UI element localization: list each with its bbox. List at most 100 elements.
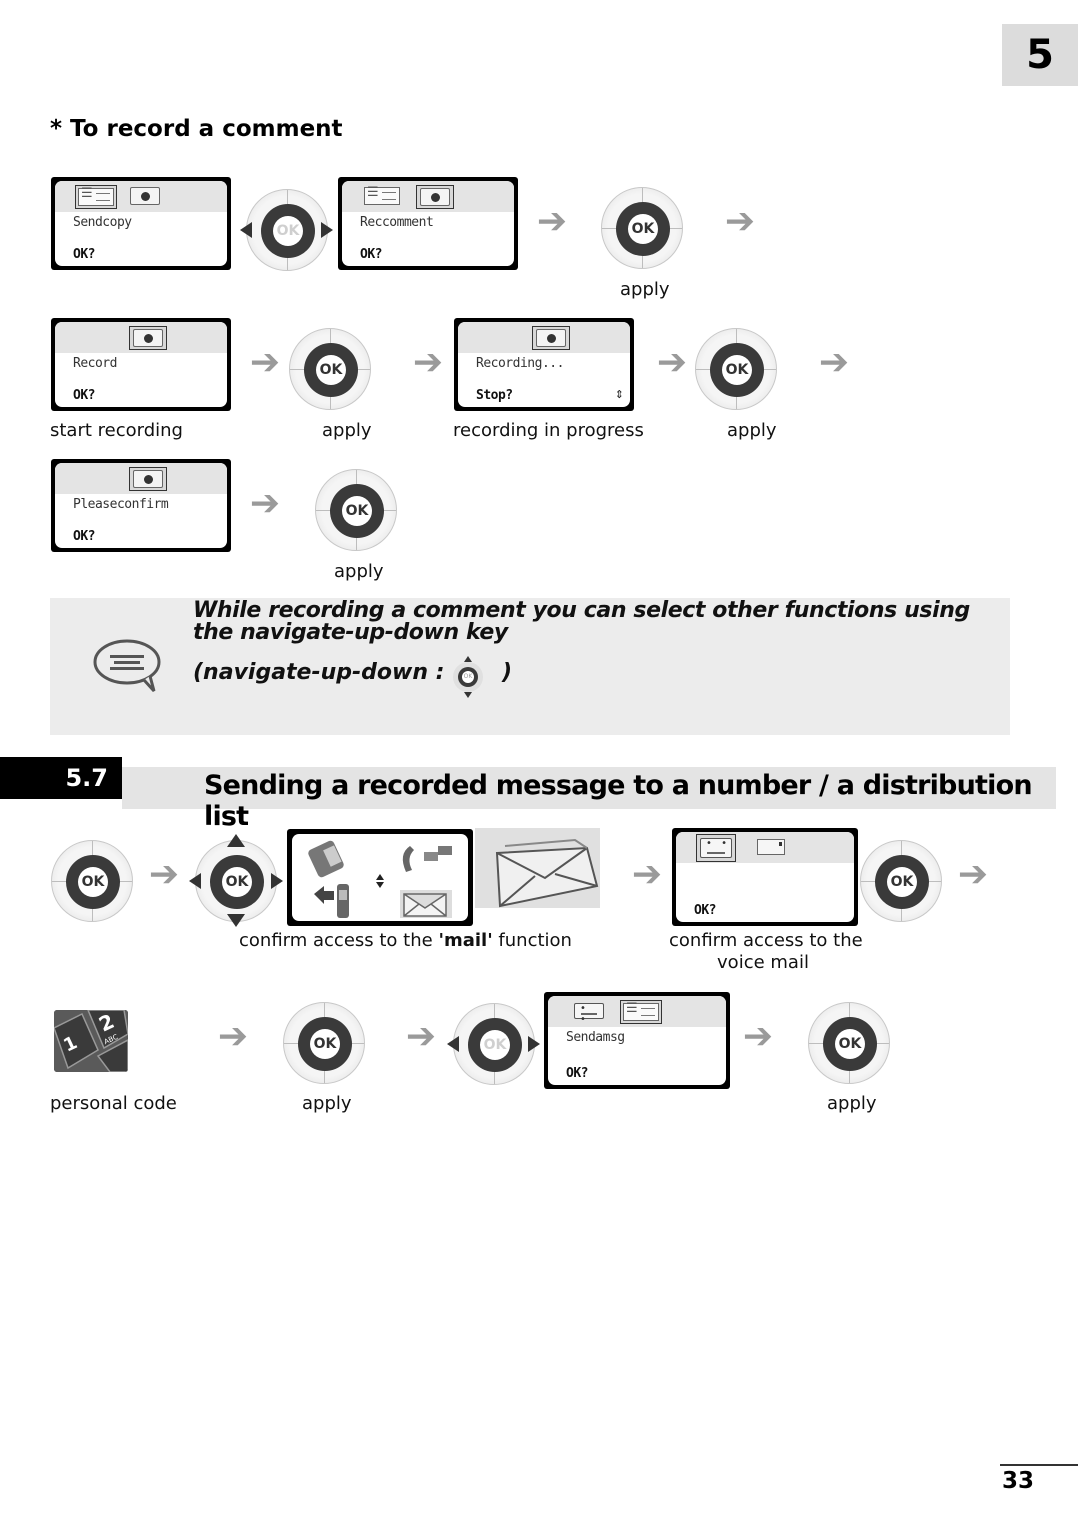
- flow-arrow-icon: ➔: [724, 201, 756, 242]
- screen-sendcopy: Sendcopy OK?: [51, 177, 231, 270]
- flow-arrow-icon: ➔: [742, 1016, 774, 1057]
- screen-sendamsg: Sendamsg OK?: [544, 992, 730, 1089]
- send-copy-icon: [362, 185, 402, 207]
- ok-key[interactable]: OK: [695, 328, 777, 410]
- screen-prompt: OK?: [566, 1066, 588, 1081]
- right-arrow-icon: [271, 873, 283, 889]
- note-key-suffix: ): [502, 660, 513, 685]
- send-copy-icon: [75, 185, 117, 209]
- screen-voicemail: OK?: [672, 828, 858, 926]
- caption-apply: apply: [827, 1093, 877, 1114]
- note-text: While recording a comment you can select…: [193, 598, 970, 645]
- screen-label: Pleaseconfirm: [73, 497, 169, 512]
- flow-arrow-icon: ➔: [148, 854, 180, 895]
- voicemail-tape-icon: [696, 834, 736, 862]
- left-arrow-icon: [189, 873, 201, 889]
- caption-apply: apply: [727, 420, 777, 441]
- ok-navigation-key[interactable]: OK: [246, 189, 328, 271]
- screen-pleaseconfirm: Pleaseconfirm OK?: [51, 459, 231, 552]
- flow-arrow-icon: ➔: [412, 342, 444, 383]
- screen-prompt: Stop?: [476, 388, 513, 403]
- right-arrow-icon: [528, 1036, 540, 1052]
- navigate-up-down-key-icon: OK: [449, 656, 487, 698]
- screen-prompt: OK?: [73, 529, 95, 544]
- caption-apply: apply: [322, 420, 372, 441]
- ok-key[interactable]: OK: [808, 1002, 890, 1084]
- caption-suffix: function: [492, 930, 572, 951]
- ok-label: OK: [78, 867, 108, 897]
- ok-label: OK: [273, 216, 303, 246]
- ok-label: OK: [462, 671, 474, 683]
- voicemail-tape-icon: [574, 1000, 604, 1025]
- send-message-icon: [620, 1000, 662, 1024]
- screen-label: Record: [73, 356, 117, 371]
- ok-key[interactable]: OK: [289, 328, 371, 410]
- section-number: 5.7: [0, 757, 122, 799]
- caption-confirm-mail: confirm access to the 'mail' function: [239, 930, 572, 951]
- page-number-rule: [1000, 1464, 1078, 1466]
- scroll-up-down-icon: ⇕: [614, 388, 624, 401]
- record-icon: [416, 185, 454, 209]
- caption-line: confirm access to the: [669, 930, 863, 951]
- mail-highlight-icon: [475, 828, 600, 908]
- call-messages-icon: [402, 846, 452, 872]
- screen-prompt: OK?: [360, 247, 382, 262]
- ok-label: OK: [316, 355, 346, 385]
- record-icon: [129, 326, 167, 350]
- mail-icon: [400, 890, 452, 918]
- screen-label: Reccomment: [360, 215, 434, 230]
- caption-confirm-voicemail: confirm access to the voice mail: [669, 930, 863, 974]
- screen-prompt: OK?: [73, 247, 95, 262]
- screen-recording: Recording... Stop? ⇕: [454, 318, 634, 411]
- ok-navigation-key[interactable]: OK: [195, 840, 277, 922]
- section-title: Sending a recorded message to a number /…: [204, 770, 1033, 832]
- ok-key[interactable]: OK: [601, 187, 683, 269]
- flow-arrow-icon: ➔: [536, 201, 568, 242]
- ok-label: OK: [310, 1029, 340, 1059]
- flow-arrow-icon: ➔: [957, 854, 989, 895]
- down-arrow-icon: [227, 914, 245, 927]
- caption-apply: apply: [620, 279, 670, 300]
- ok-label: OK: [222, 867, 252, 897]
- flow-arrow-icon: ➔: [249, 483, 281, 524]
- forward-icon: [314, 884, 349, 918]
- caption-mail-keyword: 'mail': [438, 930, 493, 951]
- caption-apply: apply: [334, 561, 384, 582]
- message-icon: [754, 836, 788, 858]
- ok-key[interactable]: OK: [315, 469, 397, 551]
- screen-label: Recording...: [476, 356, 564, 371]
- caption-start-recording: start recording: [50, 420, 183, 441]
- right-arrow-icon: [321, 222, 333, 238]
- screen-prompt: OK?: [694, 903, 716, 918]
- record-icon: [129, 185, 161, 207]
- ok-label: OK: [835, 1029, 865, 1059]
- ok-key[interactable]: OK: [283, 1002, 365, 1084]
- ok-label: OK: [887, 867, 917, 897]
- flow-arrow-icon: ➔: [405, 1016, 437, 1057]
- record-icon: [129, 467, 167, 491]
- flow-arrow-icon: ➔: [249, 342, 281, 383]
- left-arrow-icon: [240, 222, 252, 238]
- page-number: 33: [1002, 1468, 1035, 1494]
- ok-key[interactable]: OK: [860, 840, 942, 922]
- record-icon: [532, 326, 570, 350]
- note-key-prefix: (navigate-up-down :: [193, 660, 445, 685]
- screen-main-menu: [287, 829, 473, 926]
- subsection-title: * To record a comment: [50, 116, 343, 142]
- speech-bubble-icon: [93, 639, 161, 693]
- caption-apply: apply: [302, 1093, 352, 1114]
- screen-reccomment: Reccomment OK?: [338, 177, 518, 270]
- chapter-tab: 5: [1002, 24, 1078, 86]
- flow-arrow-icon: ➔: [217, 1016, 249, 1057]
- ok-navigation-key[interactable]: OK: [453, 1003, 535, 1085]
- caption-line: voice mail: [717, 952, 809, 973]
- flow-arrow-icon: ➔: [818, 342, 850, 383]
- caption-personal-code: personal code: [50, 1093, 177, 1114]
- ok-key[interactable]: OK: [51, 840, 133, 922]
- ok-label: OK: [342, 496, 372, 526]
- ok-label: OK: [480, 1030, 510, 1060]
- ok-label: OK: [722, 355, 752, 385]
- flow-arrow-icon: ➔: [631, 854, 663, 895]
- flow-arrow-icon: ➔: [656, 342, 688, 383]
- screen-label: Sendamsg: [566, 1030, 625, 1045]
